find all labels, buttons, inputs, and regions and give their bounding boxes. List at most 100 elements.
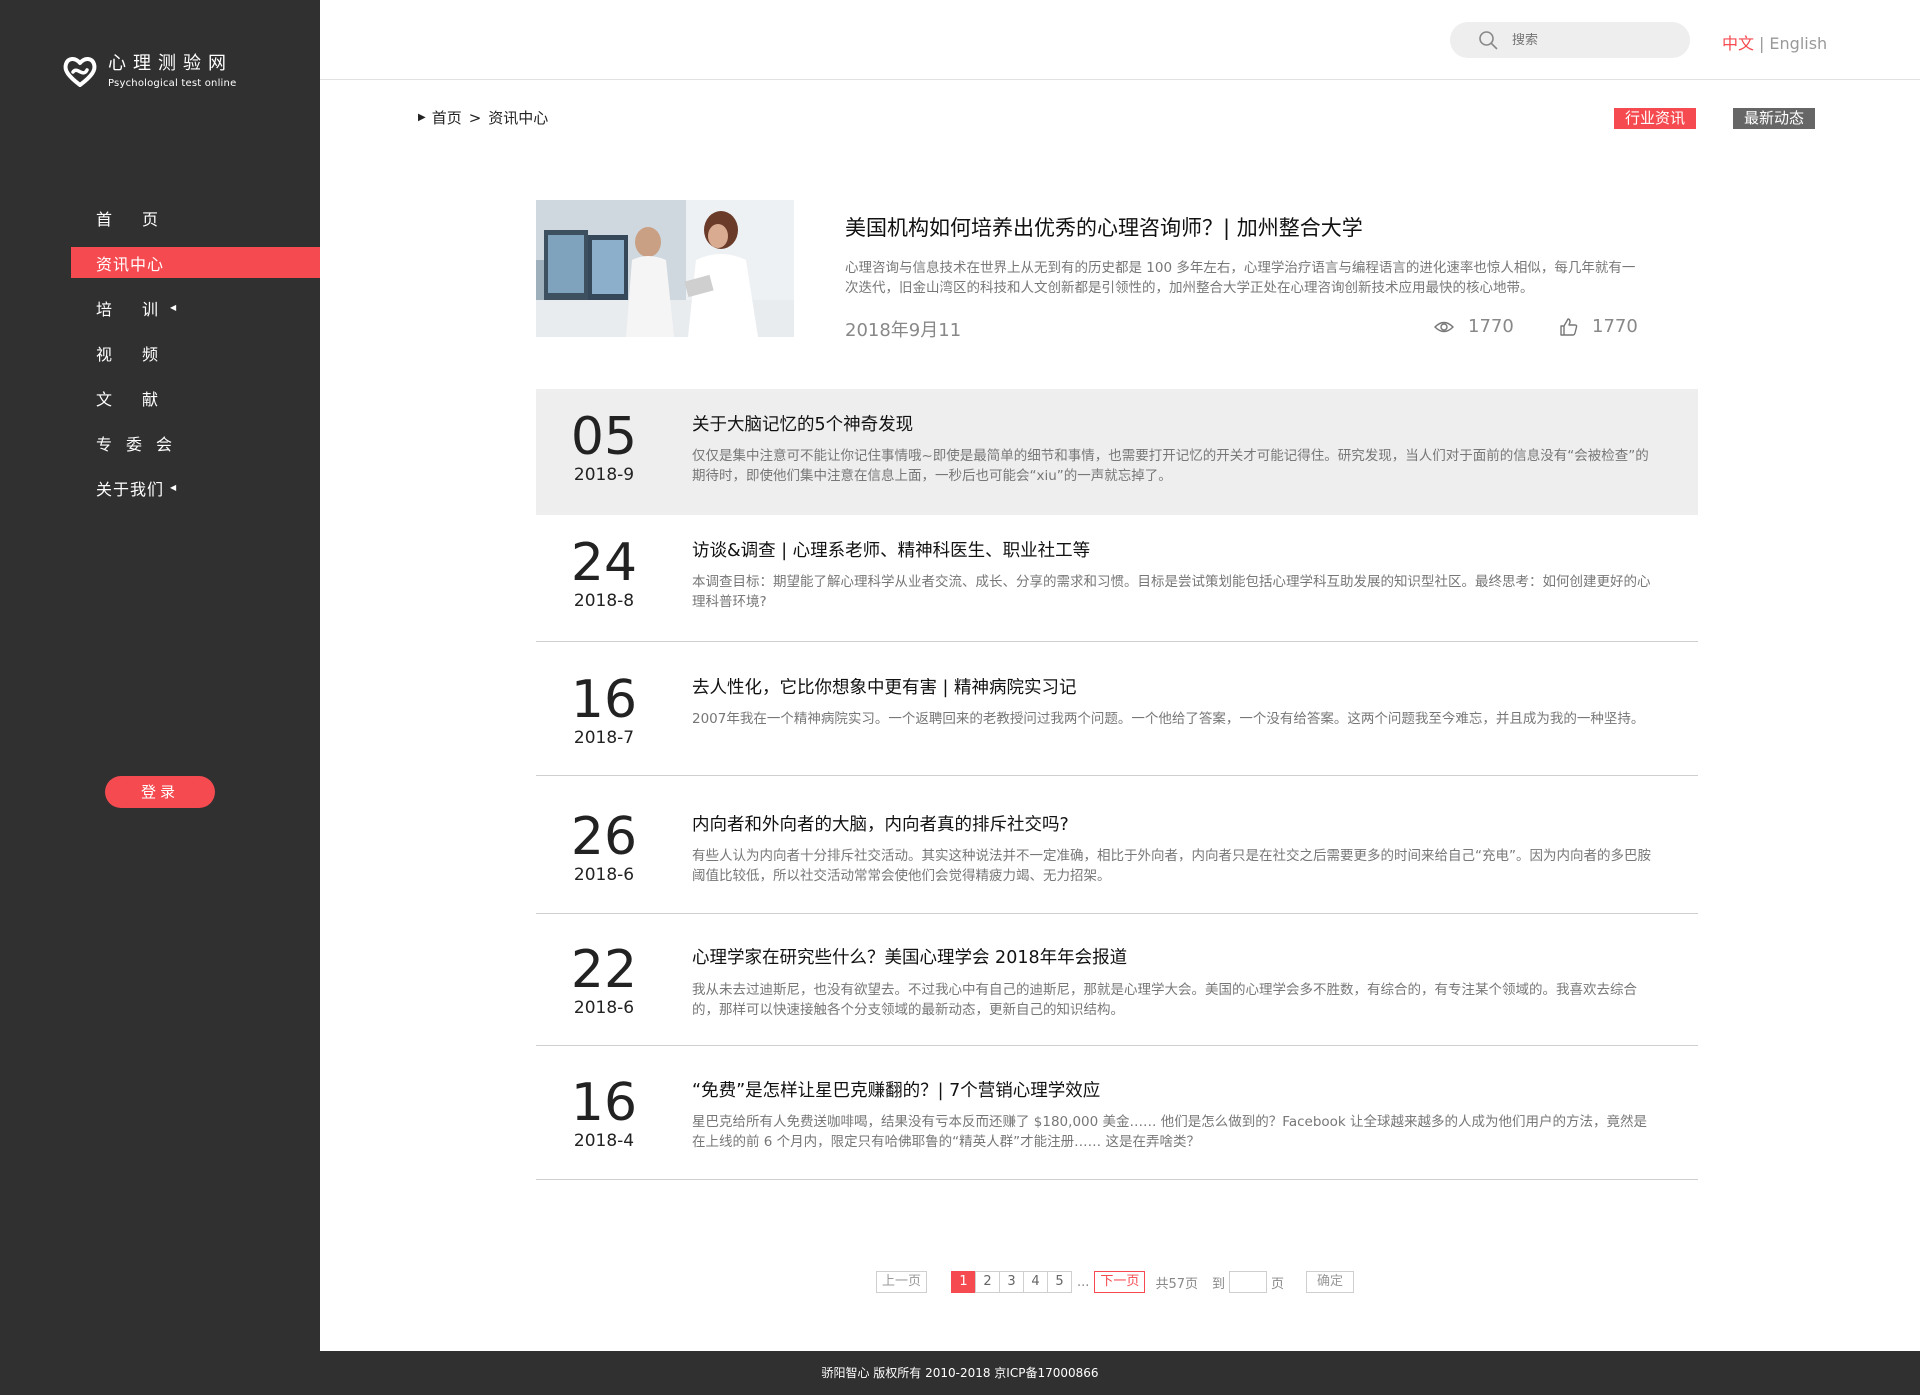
main-nav: 首页 资讯中心 培训 ◀ 视频 文献 专委会 关于我们 ◀ [71,202,320,517]
breadcrumb-separator: > [468,108,482,127]
article-year-month: 2018-6 [573,865,635,885]
article-date: 05 2018-9 [536,411,672,485]
article-title[interactable]: 去人性化，它比你想象中更有害 | 精神病院实习记 [692,674,1077,699]
sidebar: 心理测验网 Psychological test online 首页 资讯中心 … [0,0,320,1351]
article-row[interactable]: 05 2018-9 关于大脑记忆的5个神奇发现仅仅是集中注意可不能让你记住事情哦~即… [536,389,1698,515]
nav-label: 视频 [96,344,189,364]
page-number-group: 12345 [951,1271,1073,1293]
article-year-month: 2018-8 [573,591,635,611]
article-date: 16 2018-4 [536,1077,672,1151]
article-title[interactable]: 关于大脑记忆的5个神奇发现 [692,411,913,436]
article-description: 仅仅是集中注意可不能让你记住事情哦~即使是最简单的细节和事情，也需要打开记忆的开… [692,448,1649,484]
page-number-button[interactable]: 2 [975,1271,1001,1293]
confirm-button[interactable]: 确定 [1306,1271,1355,1293]
login-button[interactable]: 登录 [105,776,215,808]
featured-article[interactable]: 美国机构如何培养出优秀的心理咨询师？| 加州整合大学 心理咨询与信息技术在世界上… [536,200,1650,341]
goto-label: 到 [1211,1276,1225,1292]
article-year-month: 2018-6 [573,998,635,1018]
heart-logo-icon [63,57,97,87]
caret-left-icon: ◀ [170,483,177,492]
like-count-value: 1770 [1592,316,1638,337]
article-day: 16 [570,1073,638,1133]
breadcrumb-current: 资讯中心 [488,109,549,127]
lang-en-link[interactable]: English [1769,34,1827,53]
article-title[interactable]: 内向者和外向者的大脑，内向者真的排斥社交吗? [692,811,1069,836]
tab-industry-news[interactable]: 行业资讯 [1614,108,1697,129]
view-count-value: 1770 [1468,316,1514,337]
article-date: 26 2018-6 [536,811,672,885]
search-icon [1479,31,1498,50]
page-number-button[interactable]: 1 [951,1271,977,1293]
article-year-month: 2018-7 [573,728,635,748]
article-day: 22 [570,940,638,1000]
total-pages: 共57页 [1155,1276,1198,1292]
article-row[interactable]: 16 2018-4 “免费”是怎样让星巴克赚翻的？| 7个营销心理学效应星巴克给所有… [536,1046,1698,1180]
thumbs-up-icon [1560,317,1578,336]
article-date: 16 2018-7 [536,674,672,748]
page-unit-label: 页 [1271,1276,1285,1292]
goto-page-input[interactable] [1229,1271,1267,1293]
like-count[interactable]: 1770 [1560,316,1638,337]
nav-label: 文献 [96,389,189,409]
breadcrumb: ▶ 首页 > 资讯中心 [418,107,548,128]
brand-title: 心理测验网 [108,52,233,74]
nav-item-about[interactable]: 关于我们 ◀ [71,472,320,503]
article-description: 有些人认为内向者十分排斥社交活动。其实这种说法并不一定准确，相比于外向者，内向者… [692,848,1651,884]
nav-label: 关于我们 [96,479,165,499]
nav-item-committee[interactable]: 专委会 [71,427,320,458]
article-year-month: 2018-4 [573,1131,635,1151]
nav-item-training[interactable]: 培训 ◀ [71,292,320,323]
article-description: 2007年我在一个精神病院实习。一个返聘回来的老教授问过我两个问题。一个他给了答… [692,711,1645,727]
article-description: 我从未去过迪斯尼，也没有欲望去。不过我心中有自己的迪斯尼，那就是心理学大会。美国… [692,982,1637,1018]
brand-subtitle: Psychological test online [108,77,237,89]
breadcrumb-home[interactable]: 首页 [432,107,462,128]
article-title[interactable]: “免费”是怎样让星巴克赚翻的？| 7个营销心理学效应 [692,1077,1100,1102]
article-title[interactable]: 心理学家在研究些什么？美国心理学会 2018年年会报道 [692,944,1127,969]
view-count: 1770 [1434,316,1514,337]
article-day: 05 [570,407,638,467]
lang-zh-link[interactable]: 中文 [1722,34,1754,53]
page-number-button[interactable]: 3 [999,1271,1025,1293]
footer: 骄阳智心 版权所有 2010-2018 京ICP备17000866 [0,1351,1920,1395]
article-row[interactable]: 22 2018-6 心理学家在研究些什么？美国心理学会 2018年年会报道我从未去过… [536,914,1698,1046]
eye-icon [1434,321,1454,332]
next-page-button[interactable]: 下一页 [1094,1271,1146,1293]
pagination: 上一页 12345 ... 下一页 共57页 到 页 确定 [876,1271,1355,1293]
tab-latest-news[interactable]: 最新动态 [1733,108,1816,129]
article-row[interactable]: 16 2018-7 去人性化，它比你想象中更有害 | 精神病院实习记 2007年我在一… [536,642,1698,776]
nav-label: 首页 [96,209,189,229]
nav-item-video[interactable]: 视频 [71,337,320,368]
featured-title[interactable]: 美国机构如何培养出优秀的心理咨询师？| 加州整合大学 [845,212,1363,242]
featured-description: 心理咨询与信息技术在世界上从无到有的历史都是 100 多年左右，心理学治疗语言与… [845,260,1636,296]
search-box[interactable] [1450,22,1690,58]
featured-date: 2018年9月11 [845,320,962,341]
nav-label: 专委会 [96,434,187,454]
language-switch: 中文 | English [1722,30,1827,54]
article-description: 本调查目标：期望能了解心理科学从业者交流、成长、分享的需求和习惯。目标是尝试策划… [692,574,1651,610]
nav-item-literature[interactable]: 文献 [71,382,320,413]
triangle-right-icon: ▶ [418,112,426,123]
page-number-button[interactable]: 4 [1023,1271,1049,1293]
lang-separator: | [1759,34,1765,53]
pagination-ellipsis: ... [1077,1274,1090,1290]
article-day: 26 [570,807,638,867]
article-year-month: 2018-9 [573,465,635,485]
nav-item-news[interactable]: 资讯中心 [71,247,320,278]
nav-label: 资讯中心 [96,254,165,274]
article-list: 05 2018-9 关于大脑记忆的5个神奇发现仅仅是集中注意可不能让你记住事情哦~即… [536,389,1698,1180]
nav-item-home[interactable]: 首页 [71,202,320,233]
article-row[interactable]: 26 2018-6 内向者和外向者的大脑，内向者真的排斥社交吗? 有些人认为内向者十分… [536,776,1698,914]
article-date: 24 2018-8 [536,537,672,611]
article-row[interactable]: 24 2018-8 访谈&调查 | 心理系老师、精神科医生、职业社工等本调查目标：期… [536,515,1698,642]
logo[interactable]: 心理测验网 Psychological test online [60,52,236,92]
top-bar: 中文 |English [320,0,1920,80]
prev-page-button[interactable]: 上一页 [876,1271,928,1293]
article-day: 16 [570,670,638,730]
page-number-button[interactable]: 5 [1047,1271,1073,1293]
article-description: 星巴克给所有人免费送咖啡喝，结果没有亏本反而还赚了 $180,000 美金…… … [692,1114,1648,1150]
caret-left-icon: ◀ [170,303,177,312]
search-input[interactable] [1512,32,1672,48]
featured-thumbnail[interactable] [536,200,794,337]
article-date: 22 2018-6 [536,944,672,1018]
article-title[interactable]: 访谈&调查 | 心理系老师、精神科医生、职业社工等 [692,537,1090,562]
